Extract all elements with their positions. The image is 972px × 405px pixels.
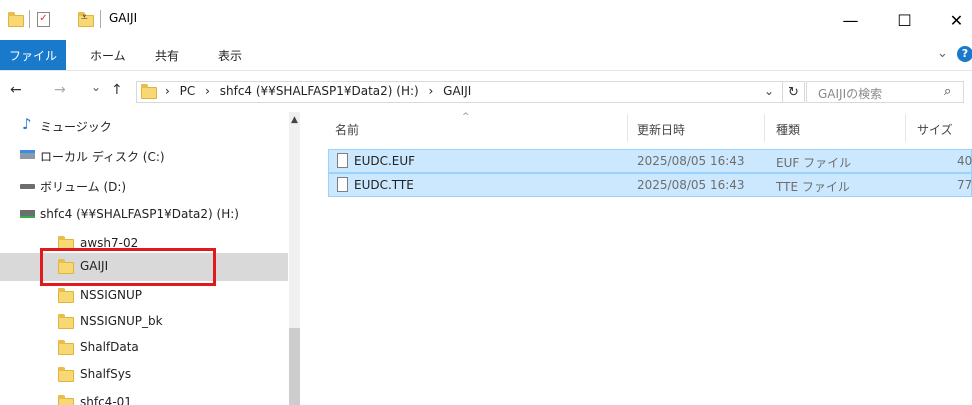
quick-access-dropdown-icon[interactable]: ⩡ <box>81 10 88 25</box>
refresh-icon: ↻ <box>788 84 799 100</box>
file-size: 40 <box>957 154 972 168</box>
nav-item-shalfdata[interactable]: ShalfData <box>0 334 288 362</box>
tab-view[interactable]: 表示 <box>218 47 242 64</box>
nav-item-shalfsys[interactable]: ShalfSys <box>0 361 288 389</box>
breadcrumb: › PC › shfc4 (¥¥SHALFASP1¥Data2) (H:) › … <box>165 84 471 98</box>
title-bar: ✓ ⩡ GAIJI — ☐ ✕ <box>0 0 972 40</box>
up-button[interactable]: ↑ <box>111 82 123 98</box>
file-type: EUF ファイル <box>776 156 852 170</box>
file-size: 77 <box>957 178 972 192</box>
folder-icon <box>8 12 24 27</box>
nav-item-nssignup-bk[interactable]: NSSIGNUP_bk <box>0 308 288 336</box>
window-title: GAIJI <box>109 11 138 25</box>
nav-item-music[interactable]: ♪ ミュージック <box>0 112 288 140</box>
forward-button[interactable]: → <box>54 82 66 98</box>
column-divider[interactable] <box>905 114 906 142</box>
music-icon: ♪ <box>22 115 32 133</box>
file-name: EUDC.EUF <box>354 154 416 168</box>
nav-item-label: shfc4-01 <box>80 395 132 405</box>
highlight-box <box>40 248 216 286</box>
file-icon <box>337 153 348 168</box>
breadcrumb-separator: › <box>205 84 210 98</box>
address-dropdown-icon[interactable]: ⌄ <box>764 84 774 98</box>
folder-icon <box>58 314 74 329</box>
nav-item-label: NSSIGNUP_bk <box>80 314 163 328</box>
folder-icon <box>58 288 74 303</box>
nav-item-label: ボリューム (D:) <box>40 180 127 194</box>
nav-item-network-drive-h[interactable]: shfc4 (¥¥SHALFASP1¥Data2) (H:) <box>0 201 288 229</box>
recent-locations-button[interactable]: ⌄ <box>91 80 101 94</box>
back-button[interactable]: ← <box>10 82 22 98</box>
nav-item-label: ローカル ディスク (C:) <box>40 150 165 164</box>
sort-indicator-icon: ^ <box>462 112 470 122</box>
ribbon-collapse-icon[interactable]: ⌄ <box>937 46 948 61</box>
column-divider[interactable] <box>764 114 765 142</box>
folder-icon <box>58 395 74 405</box>
file-modified: 2025/08/05 16:43 <box>637 178 745 192</box>
tab-file[interactable]: ファイル <box>0 40 66 70</box>
nav-item-label: ShalfSys <box>80 367 132 381</box>
nav-item-shfc4-01[interactable]: shfc4-01 <box>0 389 288 405</box>
folder-icon <box>141 84 157 99</box>
file-modified: 2025/08/05 16:43 <box>637 154 745 168</box>
close-button[interactable]: ✕ <box>934 0 972 40</box>
file-row[interactable]: EUDC.EUF 2025/08/05 16:43 EUF ファイル 40 <box>328 149 972 173</box>
nav-item-local-disk-c[interactable]: ローカル ディスク (C:) <box>0 142 288 170</box>
file-icon <box>337 177 348 192</box>
maximize-icon: ☐ <box>897 10 912 30</box>
nav-item-label: NSSIGNUP <box>80 288 143 302</box>
refresh-button[interactable]: ↻ <box>783 81 805 103</box>
local-disk-icon <box>20 150 35 159</box>
folder-icon <box>58 367 74 382</box>
network-drive-icon <box>20 210 35 218</box>
close-icon: ✕ <box>949 10 964 30</box>
column-header-name[interactable]: 名前 <box>335 121 359 138</box>
breadcrumb-pc[interactable]: PC <box>180 84 196 98</box>
nav-item-label: ShalfData <box>80 340 139 354</box>
ribbon-tabs <box>0 40 972 71</box>
breadcrumb-separator: › <box>165 84 170 98</box>
minimize-icon: — <box>842 10 859 30</box>
help-icon[interactable]: ? <box>957 46 972 62</box>
breadcrumb-folder[interactable]: GAIJI <box>443 84 471 98</box>
tab-home[interactable]: ホーム <box>90 47 126 64</box>
scroll-up-icon[interactable]: ▲ <box>289 115 300 125</box>
column-header-type[interactable]: 種類 <box>776 121 800 138</box>
drive-icon <box>20 184 35 189</box>
nav-item-label: ミュージック <box>40 120 112 134</box>
separator <box>29 10 30 28</box>
breadcrumb-separator: › <box>428 84 434 98</box>
nav-item-volume-d[interactable]: ボリューム (D:) <box>0 172 288 200</box>
file-name: EUDC.TTE <box>354 178 414 192</box>
nav-item-label: shfc4 (¥¥SHALFASP1¥Data2) (H:) <box>40 207 239 221</box>
separator <box>100 10 101 28</box>
column-divider[interactable] <box>627 114 628 142</box>
properties-icon[interactable]: ✓ <box>37 12 50 27</box>
search-placeholder: GAIJIの検索 <box>818 87 883 101</box>
folder-icon <box>58 340 74 355</box>
minimize-button[interactable]: — <box>828 0 873 40</box>
maximize-button[interactable]: ☐ <box>882 0 927 40</box>
search-icon[interactable]: ⌕ <box>944 84 951 99</box>
breadcrumb-drive[interactable]: shfc4 (¥¥SHALFASP1¥Data2) (H:) <box>220 84 419 98</box>
file-row[interactable]: EUDC.TTE 2025/08/05 16:43 TTE ファイル 77 <box>328 173 972 197</box>
tab-share[interactable]: 共有 <box>155 47 179 64</box>
file-type: TTE ファイル <box>776 180 850 194</box>
column-header-size[interactable]: サイズ <box>917 121 953 138</box>
nav-scrollbar-thumb[interactable] <box>289 328 300 405</box>
column-header-modified[interactable]: 更新日時 <box>637 121 685 138</box>
nav-item-nssignup[interactable]: NSSIGNUP <box>0 282 288 310</box>
